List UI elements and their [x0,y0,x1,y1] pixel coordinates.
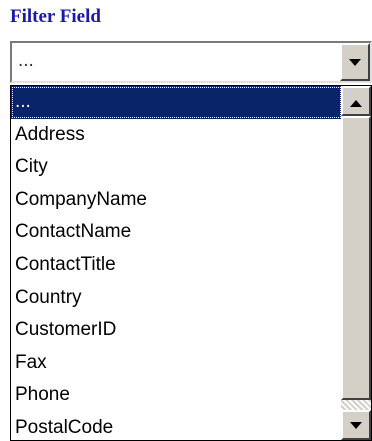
option-companyname[interactable]: CompanyName [11,184,342,217]
option-contactname[interactable]: ContactName [11,216,342,249]
scroll-up-arrow-icon [350,100,362,107]
filter-field-listbox[interactable]: ... Address City CompanyName ContactName… [10,85,372,441]
option-address[interactable]: Address [11,119,342,152]
option-list: ... Address City CompanyName ContactName… [11,86,342,441]
listbox-scrollbar[interactable] [341,86,371,440]
scroll-track[interactable] [341,400,371,410]
filter-field-select[interactable]: ... [10,41,372,83]
scroll-up-button[interactable] [341,86,371,116]
select-current-value: ... [18,50,34,71]
option-empty[interactable]: ... [11,86,342,119]
option-phone[interactable]: Phone [11,379,342,412]
scroll-thumb[interactable] [341,116,371,400]
option-customerid[interactable]: CustomerID [11,314,342,347]
filter-field-panel: Filter Field ... ... Address City Compan… [0,0,372,441]
option-postalcode[interactable]: PostalCode [11,412,342,441]
dropdown-toggle-button[interactable] [340,43,370,81]
option-city[interactable]: City [11,151,342,184]
filter-field-heading: Filter Field [10,6,101,27]
option-country[interactable]: Country [11,282,342,315]
chevron-down-icon [349,59,361,66]
option-fax[interactable]: Fax [11,347,342,380]
option-contacttitle[interactable]: ContactTitle [11,249,342,282]
scroll-down-button[interactable] [341,410,371,440]
scroll-down-arrow-icon [350,422,362,429]
